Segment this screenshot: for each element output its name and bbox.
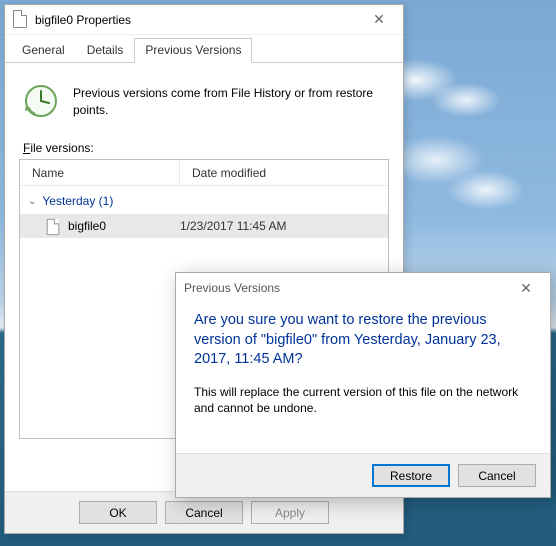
window-title: bigfile0 Properties xyxy=(35,13,359,27)
version-row[interactable]: bigfile0 1/23/2017 11:45 AM xyxy=(20,214,388,238)
version-date: 1/23/2017 11:45 AM xyxy=(180,219,287,233)
file-icon xyxy=(13,10,29,30)
confirm-sub-text: This will replace the current version of… xyxy=(194,384,532,418)
ok-button[interactable]: OK xyxy=(79,501,157,524)
cancel-button[interactable]: Cancel xyxy=(165,501,243,524)
confirm-main-text: Are you sure you want to restore the pre… xyxy=(194,311,532,370)
intro-section: Previous versions come from File History… xyxy=(19,77,389,133)
column-date-modified[interactable]: Date modified xyxy=(180,160,388,185)
tab-general[interactable]: General xyxy=(11,38,76,62)
tab-previous-versions[interactable]: Previous Versions xyxy=(134,38,252,63)
close-icon[interactable]: ✕ xyxy=(359,7,399,33)
file-icon xyxy=(46,218,60,235)
group-label: Yesterday (1) xyxy=(42,194,113,208)
cancel-button[interactable]: Cancel xyxy=(458,464,536,487)
close-icon[interactable]: ✕ xyxy=(506,275,546,301)
intro-text: Previous versions come from File History… xyxy=(73,83,389,119)
apply-button[interactable]: Apply xyxy=(251,501,329,524)
version-name: bigfile0 xyxy=(68,219,180,233)
list-header: Name Date modified xyxy=(20,160,388,186)
group-yesterday[interactable]: ⌄ Yesterday (1) xyxy=(20,186,388,214)
confirm-body: Are you sure you want to restore the pre… xyxy=(176,303,550,429)
file-versions-label: File versions: xyxy=(23,141,389,155)
chevron-down-icon: ⌄ xyxy=(28,196,36,207)
confirm-button-row: Restore Cancel xyxy=(176,453,550,497)
confirm-titlebar[interactable]: Previous Versions ✕ xyxy=(176,273,550,303)
properties-titlebar[interactable]: bigfile0 Properties ✕ xyxy=(5,5,403,35)
confirm-title: Previous Versions xyxy=(184,281,506,295)
restore-button[interactable]: Restore xyxy=(372,464,450,487)
column-name[interactable]: Name xyxy=(20,160,180,185)
confirm-dialog: Previous Versions ✕ Are you sure you wan… xyxy=(175,272,551,498)
tab-strip: General Details Previous Versions xyxy=(5,35,403,63)
history-clock-icon xyxy=(23,83,59,119)
tab-details[interactable]: Details xyxy=(76,38,135,62)
